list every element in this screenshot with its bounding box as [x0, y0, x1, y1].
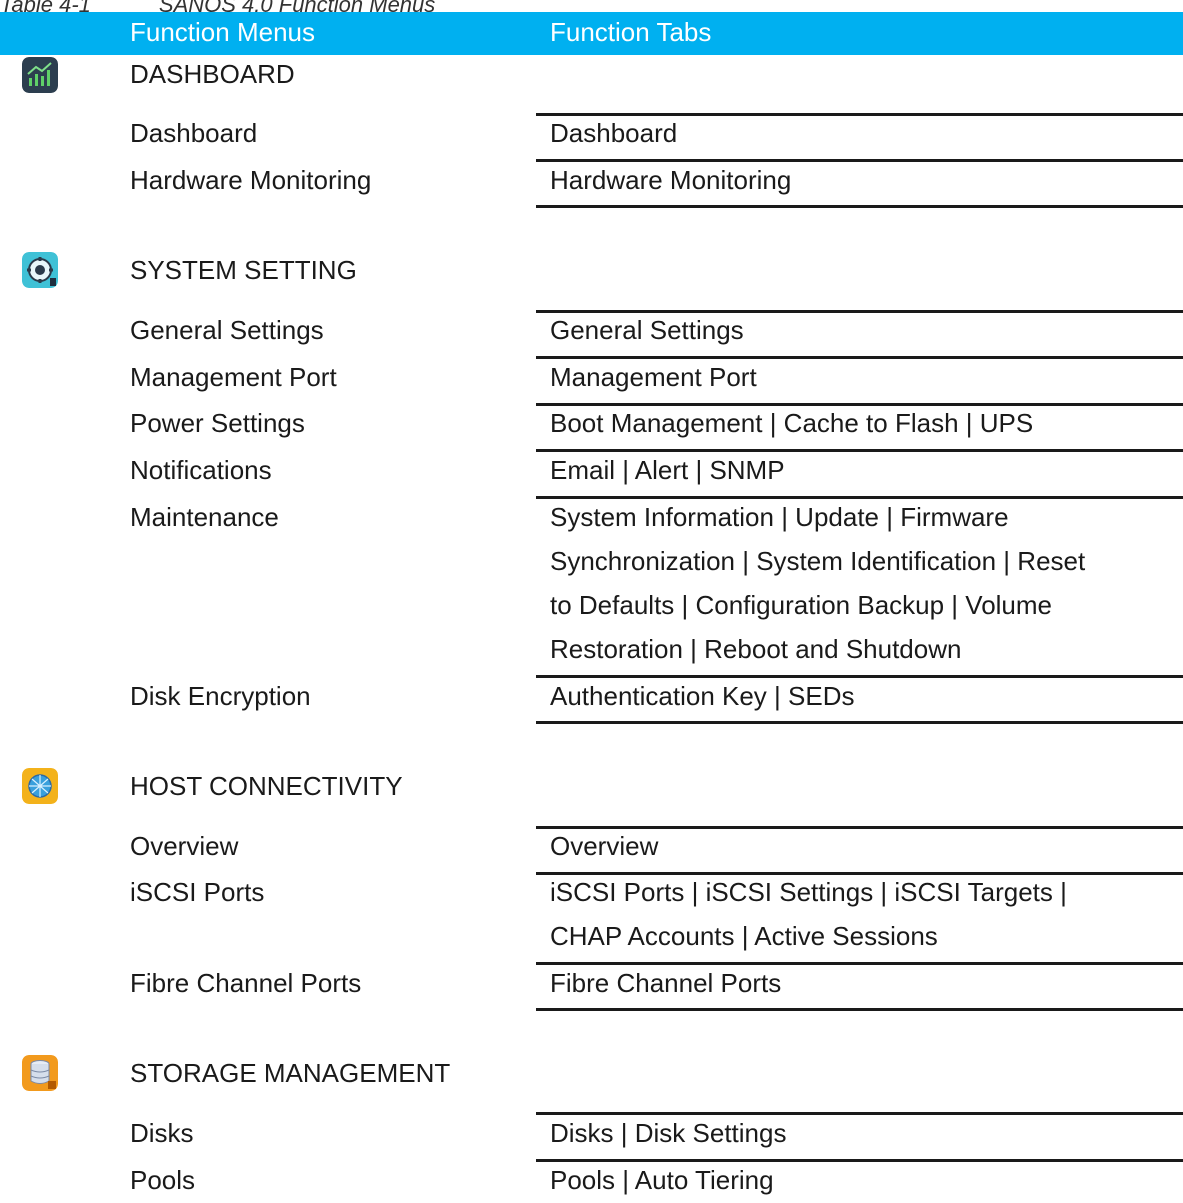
tabs-fibre-channel-ports: Fibre Channel Ports — [550, 968, 782, 998]
menu-item-dashboard: Dashboard — [130, 118, 258, 148]
menu-item-notifications: Notifications — [130, 455, 272, 485]
tabs-maintenance-line: Restoration | Reboot and Shutdown — [550, 634, 962, 664]
section-end-divider — [536, 721, 1183, 724]
storage-database-icon — [22, 1055, 58, 1091]
menu-item-iscsi-ports: iSCSI Ports — [130, 877, 265, 907]
menu-item-general-settings: General Settings — [130, 315, 324, 345]
host-connectivity-globe-icon — [22, 768, 58, 804]
section-title-dashboard: DASHBOARD — [130, 59, 295, 89]
menu-item-maintenance: Maintenance — [130, 502, 279, 532]
tabs-power-settings: Boot Management | Cache to Flash | UPS — [550, 408, 1034, 438]
section-end-divider — [536, 1008, 1183, 1011]
menu-item-hardware-monitoring: Hardware Monitoring — [130, 165, 372, 195]
section-title-host-connectivity: HOST CONNECTIVITY — [130, 771, 403, 801]
tabs-dashboard: Dashboard — [550, 118, 678, 148]
menu-item-disk-encryption: Disk Encryption — [130, 681, 311, 711]
menu-item-pools: Pools — [130, 1165, 196, 1195]
tabs-maintenance-line: System Information | Update | Firmware — [550, 502, 1009, 532]
tabs-iscsi-ports-line: CHAP Accounts | Active Sessions — [550, 921, 938, 951]
menu-item-disks: Disks — [130, 1118, 194, 1148]
tabs-pools: Pools | Auto Tiering — [550, 1165, 774, 1195]
table-header: Function Menus Function Tabs — [0, 12, 1183, 55]
menu-item-management-port: Management Port — [130, 362, 337, 392]
tabs-disks: Disks | Disk Settings — [550, 1118, 787, 1148]
menu-item-fibre-channel-ports: Fibre Channel Ports — [130, 968, 362, 998]
header-function-menus: Function Menus — [130, 17, 315, 47]
menu-item-overview: Overview — [130, 831, 239, 861]
dashboard-chart-icon — [22, 57, 58, 93]
tabs-maintenance-line: Synchronization | System Identification … — [550, 546, 1086, 576]
tabs-disk-encryption: Authentication Key | SEDs — [550, 681, 855, 711]
menu-item-power-settings: Power Settings — [130, 408, 305, 438]
tabs-iscsi-ports-line: iSCSI Ports | iSCSI Settings | iSCSI Tar… — [550, 877, 1067, 907]
tabs-maintenance-line: to Defaults | Configuration Backup | Vol… — [550, 590, 1053, 620]
tabs-general-settings: General Settings — [550, 315, 744, 345]
section-title-storage-management: STORAGE MANAGEMENT — [130, 1058, 451, 1088]
section-title-system-setting: SYSTEM SETTING — [130, 255, 357, 285]
tabs-management-port: Management Port — [550, 362, 757, 392]
tabs-overview: Overview — [550, 831, 659, 861]
tabs-hardware-monitoring: Hardware Monitoring — [550, 165, 792, 195]
tabs-notifications: Email | Alert | SNMP — [550, 455, 785, 485]
table-caption: Table 4-1 SANOS 4.0 Function Menus — [0, 0, 435, 17]
section-end-divider — [536, 205, 1183, 208]
system-setting-gear-icon — [22, 252, 58, 288]
header-function-tabs: Function Tabs — [550, 17, 712, 47]
